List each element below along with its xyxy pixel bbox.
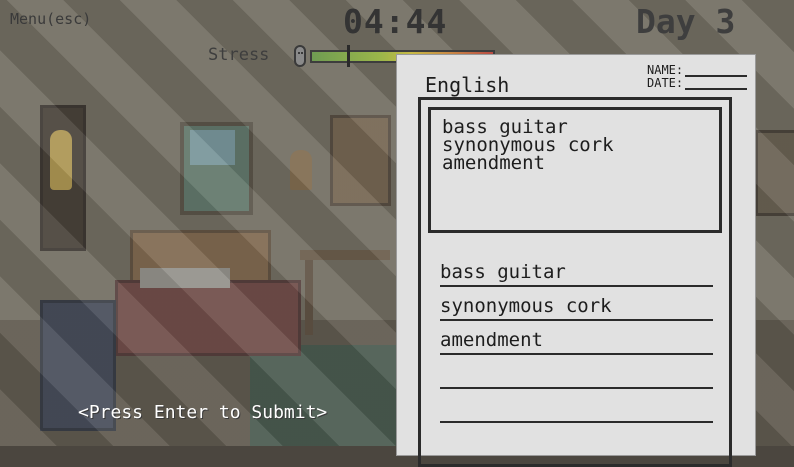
answer-line-2[interactable]: synonymous cork [440,289,713,321]
name-date-block: NAME: DATE: [647,64,747,90]
menu-hint[interactable]: Menu(esc) [10,10,91,28]
answer-text: synonymous cork [440,295,612,317]
answer-line-4[interactable] [440,357,713,389]
answer-line-1[interactable]: bass guitar [440,255,713,287]
worksheet-paper: English NAME: DATE: bass guitar synonymo… [397,55,755,467]
answer-line-5[interactable] [440,391,713,423]
date-line [685,78,747,90]
answer-text: bass guitar [440,261,566,283]
day-counter: Day 3 [636,2,736,41]
question-line: amendment [442,152,545,174]
worksheet-subject: English [425,73,510,97]
answer-line-3[interactable]: amendment [440,323,713,355]
date-label: DATE: [647,76,684,90]
submit-prompt[interactable]: <Press Enter to Submit> [78,402,327,423]
stress-face-icon [294,45,306,67]
stress-label: Stress [208,45,270,65]
name-line [685,65,747,77]
countdown-timer: 04:44 [343,2,448,41]
answer-text: amendment [440,329,543,351]
question-box: bass guitar synonymous cork amendment [428,107,722,233]
stress-meter-marker [347,45,350,67]
date-row: DATE: [647,77,747,90]
